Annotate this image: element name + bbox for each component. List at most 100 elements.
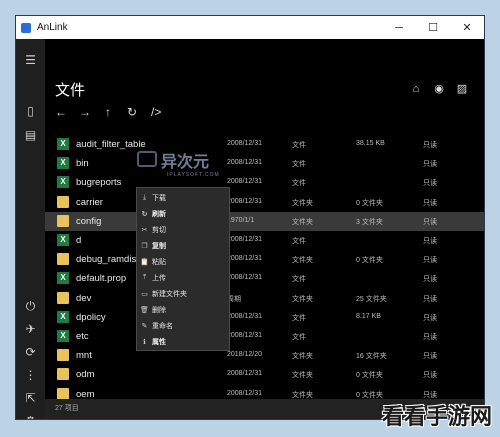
file-date: 2008/12/31 <box>227 159 263 167</box>
file-row[interactable]: Xbin 2008/12/31 文件 只读 <box>45 154 484 173</box>
file-type: 文件夹 <box>292 257 313 265</box>
file-size: 3 文件夹 <box>356 218 383 226</box>
file-date: 2018/12/20 <box>227 351 263 359</box>
file-type: 文件 <box>292 180 306 188</box>
file-date: 2008/12/31 <box>227 197 263 205</box>
context-menu-item[interactable]: ℹ 属性 <box>137 334 229 350</box>
watermark-site: 看看手游网 <box>381 404 492 429</box>
file-row[interactable]: Xdefault.prop 2008/12/31 文件 只读 <box>45 269 484 288</box>
context-menu-item[interactable]: ⤓ 下载 <box>137 190 229 206</box>
file-attr: 只读 <box>423 180 437 188</box>
file-size: 8.17 KB <box>356 312 381 320</box>
menu-item-label: 新建文件夹 <box>152 291 187 298</box>
phone-icon[interactable]: ▯ <box>23 104 38 119</box>
file-row[interactable]: Xbugreports 2008/12/31 文件 只读 <box>45 173 484 192</box>
menu-item-icon: ⤓ <box>142 194 147 201</box>
home-icon[interactable]: ⌂ <box>409 82 423 96</box>
file-row[interactable]: config 1970/1/1 文件夹 3 文件夹 只读 <box>45 211 484 231</box>
context-menu-item[interactable]: 🗑 删除 <box>137 302 229 318</box>
title-bar: AnLink ─ ☐ ✕ <box>16 16 484 39</box>
context-menu: ⤓ 下载 ↻ 刷新 ✂ 剪切 ❐ 复制 📋 粘贴 ⤒ 上传 ▭ 新建文件夹 🗑 删除 ✎ 重命名 ℹ 属性 <box>136 187 230 351</box>
folder-icon <box>57 368 69 381</box>
file-type: 文件 <box>292 276 306 284</box>
up-arrow-icon[interactable]: ↑ <box>103 105 113 119</box>
file-type: 文件 <box>292 314 306 322</box>
file-date: 1970/1/1 <box>227 216 255 224</box>
file-type: 文件夹 <box>292 218 313 226</box>
menu-item-icon: ℹ <box>143 339 146 346</box>
folder-icon <box>57 253 69 266</box>
file-size: 38.15 KB <box>356 140 385 147</box>
file-type: 文件夹 <box>292 353 313 361</box>
path-breadcrumb[interactable]: /> <box>151 105 161 119</box>
file-row[interactable]: dev 周期 文件夹 25 文件夹 只读 <box>45 289 484 308</box>
file-row[interactable]: Xetc 2008/12/31 文件 只读 <box>45 327 484 346</box>
camera-icon[interactable]: ◉ <box>432 82 446 96</box>
watermark-logo-en: IPLAYSOFT.COM <box>167 172 220 178</box>
context-menu-item[interactable]: ▭ 新建文件夹 <box>137 286 229 302</box>
app-logo-icon <box>21 22 31 33</box>
file-attr: 只读 <box>423 161 437 169</box>
context-menu-item[interactable]: ❐ 复制 <box>137 238 229 254</box>
file-name: odm <box>76 369 95 381</box>
back-arrow-icon[interactable]: ← <box>55 105 67 119</box>
close-button[interactable]: ✕ <box>450 16 484 39</box>
file-size: 25 文件夹 <box>356 295 387 303</box>
file-list: Xaudit_filter_table 2008/12/31 文件 38.15 KB 只… <box>45 133 484 419</box>
export-icon[interactable]: ⇱ <box>23 391 38 406</box>
file-icon: X <box>57 234 69 246</box>
maximize-button[interactable]: ☐ <box>416 16 450 39</box>
menu-item-label: 复制 <box>152 243 166 250</box>
file-date: 2008/12/31 <box>227 255 263 263</box>
file-row[interactable]: Xdpolicy 2008/12/31 文件 8.17 KB 只读 <box>45 308 484 327</box>
watermark-logo-cn: 异次元 <box>161 154 210 171</box>
hamburger-menu-icon[interactable]: ☰ <box>23 53 38 68</box>
file-row[interactable]: carrier 2008/12/31 文件夹 0 文件夹 只读 <box>45 193 484 212</box>
menu-item-icon: ❐ <box>141 243 148 250</box>
folder-icon <box>57 387 69 400</box>
context-menu-item[interactable]: 📋 粘贴 <box>137 254 229 270</box>
page-title: 文件 <box>55 82 86 99</box>
rotate-icon[interactable]: ⟳ <box>23 345 38 360</box>
mute-icon[interactable]: ✈ <box>23 322 38 337</box>
file-attr: 只读 <box>423 238 437 245</box>
refresh-icon[interactable]: ↻ <box>127 105 137 119</box>
file-attr: 只读 <box>423 314 437 322</box>
main-panel: 文件 ⌂ ◉ ▨ ← → ↑ ↻ /> Xaudit_filter_table 2… <box>45 39 484 419</box>
file-attr: 只读 <box>423 218 437 226</box>
file-date: 2008/12/31 <box>227 140 263 147</box>
context-menu-item[interactable]: ⤒ 上传 <box>137 270 229 286</box>
forward-arrow-icon[interactable]: → <box>79 105 91 119</box>
files-icon[interactable]: ▤ <box>23 128 38 143</box>
context-menu-item[interactable]: ✎ 重命名 <box>137 318 229 334</box>
file-size: 0 文件夹 <box>356 257 383 265</box>
file-date: 2008/12/31 <box>227 332 263 339</box>
menu-item-icon: ✂ <box>141 227 148 234</box>
settings-icon[interactable]: ⚙ <box>23 414 38 419</box>
file-row[interactable]: Xd 2008/12/31 文件 只读 <box>45 231 484 250</box>
context-menu-item[interactable]: ↻ 刷新 <box>137 206 229 222</box>
file-type: 文件夹 <box>292 295 313 303</box>
file-row[interactable]: debug_ramdisk 2008/12/31 文件夹 0 文件夹 只读 <box>45 250 484 269</box>
file-row[interactable]: mnt 2018/12/20 文件夹 16 文件夹 只读 <box>45 346 484 365</box>
minimize-button[interactable]: ─ <box>382 16 416 39</box>
file-date: 2008/12/31 <box>227 274 263 282</box>
file-date: 2008/12/31 <box>227 236 263 243</box>
file-name: mnt <box>76 350 92 362</box>
power-icon[interactable]: ⏻ <box>23 299 38 314</box>
sidebar: ☰ ▯ ▤ ⏻ ✈ ⟳ ⋮ ⇱ ⚙ <box>16 39 45 419</box>
menu-item-icon: 🗑 <box>140 307 149 314</box>
file-type: 文件 <box>292 334 306 341</box>
file-attr: 只读 <box>423 295 437 303</box>
menu-item-label: 刷新 <box>152 211 166 218</box>
file-row[interactable]: Xaudit_filter_table 2008/12/31 文件 38.15 KB 只… <box>45 135 484 154</box>
file-size: 0 文件夹 <box>356 199 383 207</box>
more-icon[interactable]: ⋮ <box>23 368 38 383</box>
menu-item-label: 剪切 <box>152 227 166 234</box>
file-name: oem <box>76 388 95 400</box>
file-type: 文件 <box>292 142 306 149</box>
file-row[interactable]: odm 2008/12/31 文件夹 0 文件夹 只读 <box>45 365 484 384</box>
image-icon[interactable]: ▨ <box>455 82 469 96</box>
context-menu-item[interactable]: ✂ 剪切 <box>137 222 229 238</box>
file-icon: X <box>57 157 69 170</box>
